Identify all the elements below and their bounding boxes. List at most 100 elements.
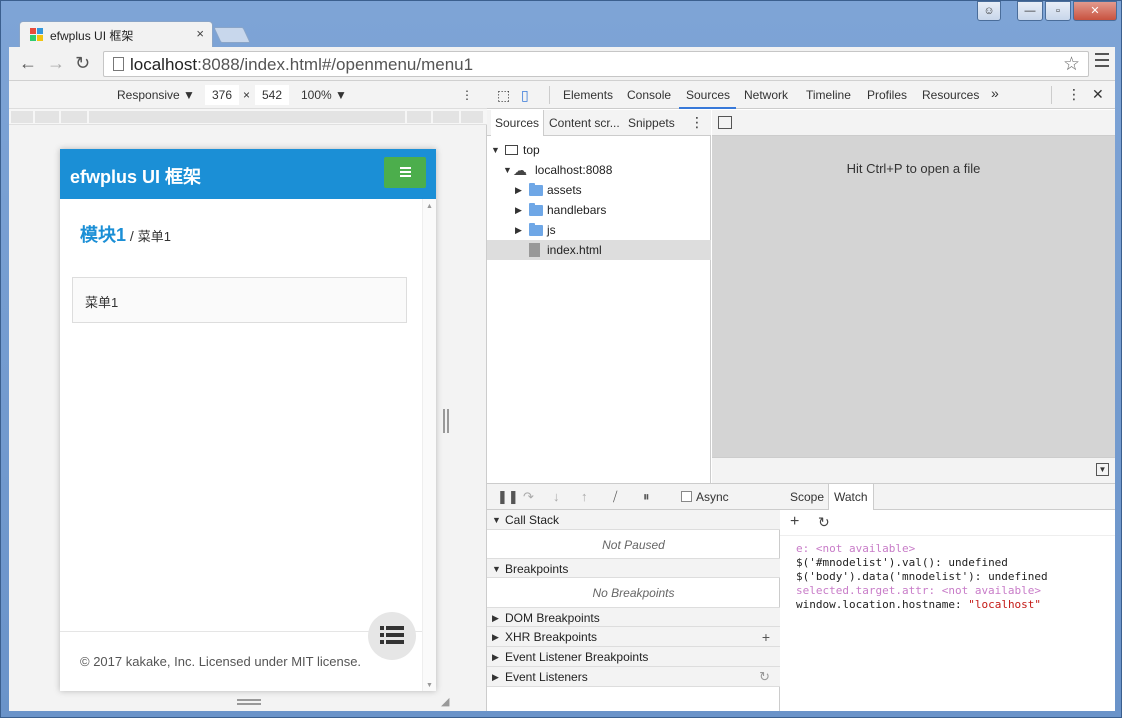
expand-arrow-icon: ▼ xyxy=(492,564,501,574)
expand-arrow-icon[interactable]: ▼ xyxy=(491,140,500,160)
width-resize-handle[interactable] xyxy=(443,409,449,433)
subtab-sources[interactable]: Sources xyxy=(491,110,545,136)
tree-node-top[interactable]: ▼ top xyxy=(487,140,711,160)
add-xhr-breakpoint-icon[interactable]: + xyxy=(762,627,770,647)
back-icon[interactable]: ← xyxy=(19,53,37,74)
browser-tab[interactable]: efwplus UI 框架 × xyxy=(19,21,213,47)
forward-icon[interactable]: → xyxy=(47,53,65,74)
tab-close-icon[interactable]: × xyxy=(196,26,204,41)
folder-icon xyxy=(529,183,543,196)
deactivate-breakpoints-icon[interactable]: ⧸ xyxy=(613,489,617,505)
browser-window: efwplus UI 框架 × ☺ — ▫ ✕ ← → ↻ localhost:… xyxy=(0,0,1122,718)
toggle-navigator-icon[interactable] xyxy=(718,116,732,129)
tab-elements[interactable]: Elements xyxy=(563,88,613,102)
async-checkbox[interactable] xyxy=(681,491,692,502)
subtab-snippets[interactable]: Snippets xyxy=(628,116,675,130)
minimize-button[interactable]: — xyxy=(1017,1,1043,21)
user-icon[interactable]: ☺ xyxy=(977,1,1001,21)
watch-key: $('#mnodelist').val(): xyxy=(796,556,942,569)
step-over-icon[interactable]: ↷ xyxy=(523,489,534,505)
refresh-watch-icon[interactable]: ↻ xyxy=(818,514,830,531)
devtools-menu-icon[interactable]: ⋮ xyxy=(1067,86,1081,103)
reload-icon[interactable]: ↻ xyxy=(75,53,90,74)
collapse-arrow-icon[interactable]: ▶ xyxy=(515,200,522,220)
expand-arrow-icon: ▼ xyxy=(492,515,501,525)
tab-profiles[interactable]: Profiles xyxy=(867,88,907,102)
tab-timeline[interactable]: Timeline xyxy=(806,88,851,102)
refresh-listeners-icon[interactable]: ↻ xyxy=(759,667,770,687)
sources-navigator: Sources Content scr... Snippets ⋮ ▼ top … xyxy=(487,110,711,483)
tab-watch[interactable]: Watch xyxy=(828,484,874,510)
watch-expression[interactable]: window.location.hostname: "localhost" xyxy=(796,598,1048,612)
tab-scope[interactable]: Scope xyxy=(790,490,824,504)
no-breakpoints-note: No Breakpoints xyxy=(592,586,675,600)
collapse-arrow-icon[interactable]: ▶ xyxy=(515,220,522,240)
watch-expression[interactable]: $('body').data('mnodelist'): undefined xyxy=(796,570,1048,584)
tab-network[interactable]: Network xyxy=(744,88,788,102)
watch-expression[interactable]: $('#mnodelist').val(): undefined xyxy=(796,556,1048,570)
scroll-down-icon[interactable]: ▼ xyxy=(426,682,433,689)
device-select[interactable]: Responsive ▼ xyxy=(117,88,195,102)
devtools-close-icon[interactable]: ✕ xyxy=(1092,86,1104,103)
list-fab-button[interactable] xyxy=(368,612,416,660)
tree-node-host[interactable]: ▼ ☁ localhost:8088 xyxy=(487,160,711,180)
tree-node-folder[interactable]: ▶ handlebars xyxy=(487,200,711,220)
address-bar[interactable]: localhost:8088/index.html#/openmenu/menu… xyxy=(103,51,1089,77)
device-toggle-icon[interactable]: ▯ xyxy=(521,87,537,103)
navigator-more-icon[interactable]: ⋮ xyxy=(690,114,704,131)
browser-toolbar: ← → ↻ localhost:8088/index.html#/openmen… xyxy=(9,47,1115,81)
watch-expression[interactable]: e: <not available> xyxy=(796,542,1048,556)
subtab-content-scripts[interactable]: Content scr... xyxy=(549,116,620,130)
window-close-button[interactable]: ✕ xyxy=(1073,1,1117,21)
collapse-arrow-icon[interactable]: ▶ xyxy=(515,180,522,200)
watch-key: $('body').data('mnodelist'): xyxy=(796,570,982,583)
tab-sources[interactable]: Sources xyxy=(686,88,730,102)
add-watch-icon[interactable]: + xyxy=(790,513,799,531)
tree-node-folder[interactable]: ▶ assets xyxy=(487,180,711,200)
bookmark-star-icon[interactable]: ☆ xyxy=(1063,53,1080,76)
app-header: efwplus UI 框架 xyxy=(60,149,436,199)
breakpoints-header[interactable]: ▼ Breakpoints xyxy=(487,558,780,578)
maximize-button[interactable]: ▫ xyxy=(1045,1,1071,21)
device-width-input[interactable]: 376 xyxy=(205,85,239,105)
height-resize-handle[interactable] xyxy=(237,699,261,705)
browser-menu-icon[interactable] xyxy=(1095,53,1109,71)
call-stack-header[interactable]: ▼ Call Stack xyxy=(487,510,780,530)
step-out-icon[interactable]: ↑ xyxy=(581,489,588,504)
step-into-icon[interactable]: ↓ xyxy=(553,489,560,504)
pause-icon[interactable]: ❚❚ xyxy=(497,489,519,505)
tabs-overflow-icon[interactable]: » xyxy=(991,85,999,101)
content-area: Responsive ▼ 376 × 542 100% ▼ ⋮ efwplus … xyxy=(9,81,1115,711)
new-tab-button[interactable] xyxy=(213,27,251,43)
pause-on-exceptions-icon[interactable]: ⏸ xyxy=(643,489,650,505)
toggle-debugger-icon[interactable]: ▼ xyxy=(1096,463,1109,476)
device-more-icon[interactable]: ⋮ xyxy=(461,88,473,102)
app-menu-button[interactable] xyxy=(384,157,426,188)
url-host: localhost xyxy=(130,55,198,74)
zoom-select[interactable]: 100% ▼ xyxy=(301,88,347,102)
expand-arrow-icon[interactable]: ▼ xyxy=(503,160,512,180)
app-title: efwplus UI 框架 xyxy=(70,167,202,187)
xhr-breakpoints-header[interactable]: ▶ XHR Breakpoints + xyxy=(487,627,780,647)
device-toolbar: Responsive ▼ 376 × 542 100% ▼ ⋮ xyxy=(9,81,487,109)
scope-watch-tabs: Scope Watch xyxy=(780,484,1115,510)
event-listeners-header[interactable]: ▶ Event Listeners ↻ xyxy=(487,667,780,687)
scroll-up-icon[interactable]: ▲ xyxy=(426,203,433,210)
breakpoints-label: Breakpoints xyxy=(505,562,569,576)
breadcrumb: 模块1 / 菜单1 xyxy=(80,221,171,247)
breadcrumb-module[interactable]: 模块1 xyxy=(80,225,126,245)
event-listener-breakpoints-header[interactable]: ▶ Event Listener Breakpoints xyxy=(487,647,780,667)
favicon-icon xyxy=(30,28,44,42)
device-height-input[interactable]: 542 xyxy=(255,85,289,105)
tab-resources[interactable]: Resources xyxy=(922,88,979,102)
watch-expression[interactable]: selected.target.attr: <not available> xyxy=(796,584,1048,598)
tree-node-folder[interactable]: ▶ js xyxy=(487,220,711,240)
corner-resize-handle[interactable]: ◢ xyxy=(441,695,449,708)
inspect-icon[interactable]: ⬚ xyxy=(497,87,513,103)
tree-node-file[interactable]: index.html xyxy=(487,240,711,260)
dom-breakpoints-header[interactable]: ▶ DOM Breakpoints xyxy=(487,607,780,627)
url-text[interactable]: localhost:8088/index.html#/openmenu/menu… xyxy=(130,55,473,75)
app-scrollbar[interactable]: ▲ ▼ xyxy=(422,199,436,691)
tab-console[interactable]: Console xyxy=(627,88,671,102)
breadcrumb-separator: / xyxy=(126,228,138,244)
